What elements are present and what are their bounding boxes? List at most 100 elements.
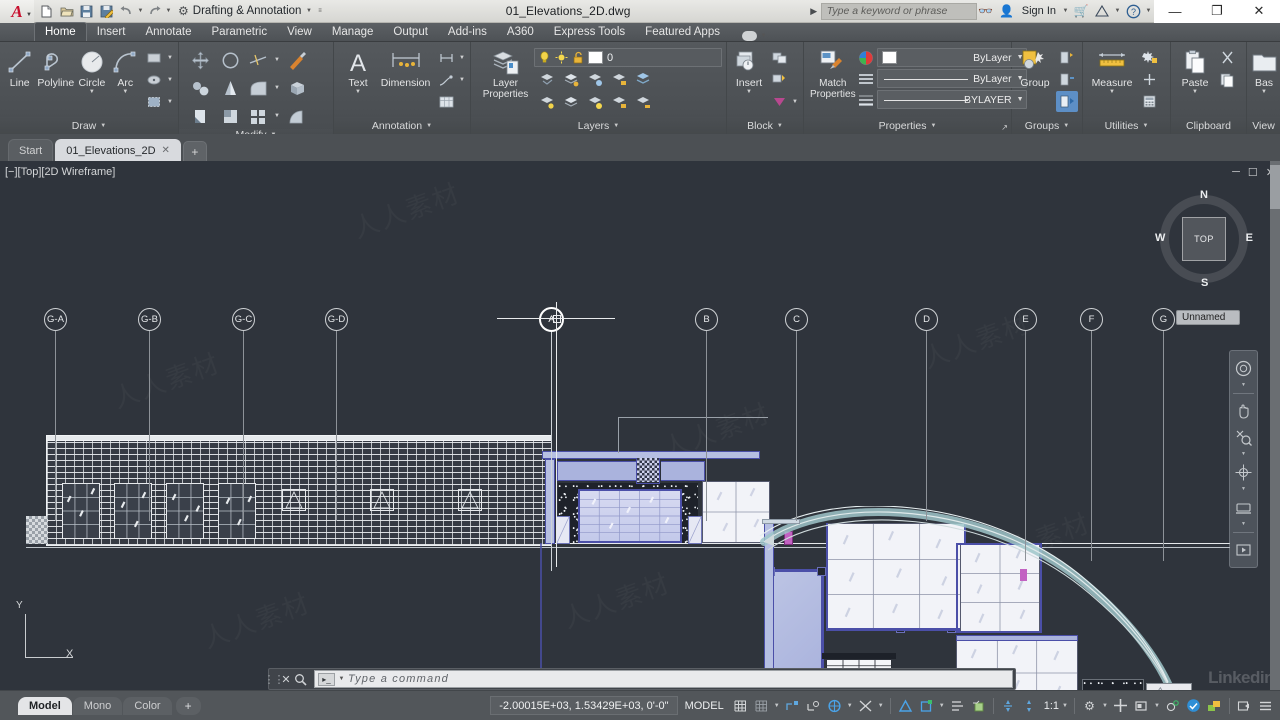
measure-button[interactable]: Measure ▼ xyxy=(1088,45,1136,95)
selection-filter-icon[interactable] xyxy=(1235,696,1254,716)
layout-tab-mono[interactable]: Mono xyxy=(72,696,123,715)
search-expand-icon[interactable]: ▶ xyxy=(807,2,821,20)
layer-lock-icon[interactable] xyxy=(608,69,630,90)
selection-cycling-icon[interactable] xyxy=(999,696,1018,716)
panel-view-title[interactable]: View xyxy=(1247,117,1280,134)
chevron-down-icon[interactable]: ▼ xyxy=(1061,703,1069,709)
layer-isolate-icon[interactable] xyxy=(560,69,582,90)
tab-add-ins[interactable]: Add-ins xyxy=(438,22,497,41)
close-button[interactable]: ✕ xyxy=(1238,0,1280,23)
showmotion-icon[interactable] xyxy=(1231,495,1256,520)
customization-icon[interactable] xyxy=(1205,696,1224,716)
tab-annotate[interactable]: Annotate xyxy=(135,22,201,41)
move-icon[interactable] xyxy=(187,47,214,73)
chevron-down-icon[interactable]: ▼ xyxy=(877,703,885,709)
ellipse-icon[interactable] xyxy=(143,69,165,90)
close-icon[interactable]: ✕ xyxy=(162,145,170,156)
chevron-down-icon[interactable]: ▼ xyxy=(100,123,106,129)
tab-a360[interactable]: A360 xyxy=(497,22,544,41)
panel-groups-title[interactable]: Groups ▼ xyxy=(1012,117,1082,134)
scrollbar-thumb[interactable] xyxy=(1270,165,1280,209)
tab-insert[interactable]: Insert xyxy=(87,22,136,41)
array-icon[interactable] xyxy=(247,103,270,129)
edit-block-icon[interactable] xyxy=(768,69,790,90)
draw-circle-button[interactable]: Circle ▼ xyxy=(76,45,107,95)
leader-icon[interactable] xyxy=(435,69,457,90)
chevron-down-icon[interactable]: ▼ xyxy=(760,33,767,39)
3d-object-snap-icon[interactable] xyxy=(917,696,936,716)
layout-tab-model[interactable]: Model xyxy=(18,696,72,715)
command-line-grip[interactable]: ⋮⋮ xyxy=(264,669,285,689)
file-tab-elevations[interactable]: 01_Elevations_2D ✕ xyxy=(55,139,181,161)
stretch-icon[interactable] xyxy=(247,47,270,73)
shopping-cart-icon[interactable]: 🛒 xyxy=(1072,2,1090,20)
cut-icon[interactable] xyxy=(1216,47,1238,68)
layer-freeze-obj-icon[interactable] xyxy=(584,69,606,90)
save-as-icon[interactable] xyxy=(97,2,116,21)
pan-hand-icon[interactable] xyxy=(1231,398,1256,423)
viewcube-east-label[interactable]: E xyxy=(1246,232,1253,244)
explode-icon[interactable] xyxy=(284,47,311,73)
rotate-icon[interactable] xyxy=(187,75,214,101)
workspace-switcher[interactable]: ⚙ Drafting & Annotation ▼ ≡ xyxy=(172,2,329,21)
layer-unlock-obj-icon[interactable] xyxy=(608,92,630,113)
allow-ucs-icon[interactable] xyxy=(969,696,988,716)
object-snap-tracking-icon[interactable] xyxy=(948,696,967,716)
layer-on-off-icon[interactable] xyxy=(632,69,654,90)
file-tab-start[interactable]: Start xyxy=(8,139,54,161)
panel-clipboard-title[interactable]: Clipboard xyxy=(1171,117,1246,134)
binoculars-icon[interactable]: 👓 xyxy=(977,2,995,20)
tab-view[interactable]: View xyxy=(277,22,322,41)
viewcube[interactable]: TOP N S E W xyxy=(1155,189,1253,289)
viewcube-north-label[interactable]: N xyxy=(1200,189,1208,201)
command-search-icon[interactable] xyxy=(294,673,312,686)
chevron-down-icon[interactable]: ▼ xyxy=(122,89,128,95)
viewport-label[interactable]: [−][Top][2D Wireframe] xyxy=(5,166,115,178)
chevron-down-icon[interactable]: ▼ xyxy=(746,89,752,95)
paste-button[interactable]: Paste ▼ xyxy=(1176,45,1214,95)
grid-bubble-e[interactable]: E xyxy=(1014,308,1037,331)
hatch-icon[interactable] xyxy=(143,91,165,112)
hardware-accel-icon[interactable] xyxy=(1163,696,1182,716)
scale-icon[interactable] xyxy=(217,103,244,129)
grid-bubble-b[interactable]: B xyxy=(695,308,718,331)
lineweight-icon[interactable] xyxy=(858,92,874,108)
grid-bubble-g[interactable]: G xyxy=(1152,308,1175,331)
linetype-selector[interactable]: ByLayer ▼ xyxy=(876,69,1027,88)
command-prompt-icon[interactable]: ▸_ xyxy=(318,672,335,686)
user-account-icon[interactable]: 👤 xyxy=(998,2,1016,20)
viewcube-west-label[interactable]: W xyxy=(1155,232,1165,244)
layer-merge-icon[interactable] xyxy=(632,92,654,113)
chevron-down-icon[interactable]: ▼ xyxy=(1241,452,1246,457)
chevron-down-icon[interactable]: ▼ xyxy=(1062,8,1069,14)
maximize-button[interactable]: ❐ xyxy=(1196,0,1238,23)
grid-bubble-g-d[interactable]: G-D xyxy=(325,308,348,331)
chevron-down-icon[interactable]: ▼ xyxy=(166,55,174,61)
chamfer-icon[interactable] xyxy=(284,103,311,129)
space-indicator[interactable]: MODEL xyxy=(678,700,731,712)
chevron-down-icon[interactable]: ▼ xyxy=(930,123,936,129)
grid-bubble-d[interactable]: D xyxy=(915,308,938,331)
dimension-style-icon[interactable] xyxy=(435,47,457,68)
panel-draw-title[interactable]: Draw ▼ xyxy=(0,117,178,134)
qat-overflow-icon[interactable]: ≡ xyxy=(316,8,323,14)
panel-block-title[interactable]: Block ▼ xyxy=(727,117,803,134)
lineweight-selector[interactable]: BYLAYER ▼ xyxy=(876,90,1027,109)
add-layout-button[interactable]: + xyxy=(175,696,201,715)
chevron-down-icon[interactable]: ▼ xyxy=(1114,8,1121,14)
undo-icon[interactable] xyxy=(117,2,136,21)
panel-annotation-title[interactable]: Annotation ▼ xyxy=(334,117,470,134)
help-icon[interactable]: ? xyxy=(1124,2,1142,20)
grid-display-icon[interactable] xyxy=(731,696,750,716)
coordinate-readout[interactable]: -2.00015E+03, 1.53429E+03, 0'-0" xyxy=(490,696,678,715)
save-icon[interactable] xyxy=(77,2,96,21)
chevron-down-icon[interactable]: ▼ xyxy=(773,703,781,709)
vertical-scrollbar[interactable] xyxy=(1270,161,1280,690)
panel-layers-title[interactable]: Layers ▼ xyxy=(471,117,726,134)
fillet-icon[interactable] xyxy=(247,75,270,101)
chevron-down-icon[interactable]: ▼ xyxy=(305,8,312,14)
chevron-down-icon[interactable]: ▼ xyxy=(26,12,32,18)
application-menu-button[interactable]: A ▼ xyxy=(0,0,34,23)
properties-dialog-launcher[interactable]: ↗ xyxy=(1001,123,1008,132)
chevron-down-icon[interactable]: ▼ xyxy=(273,113,281,119)
